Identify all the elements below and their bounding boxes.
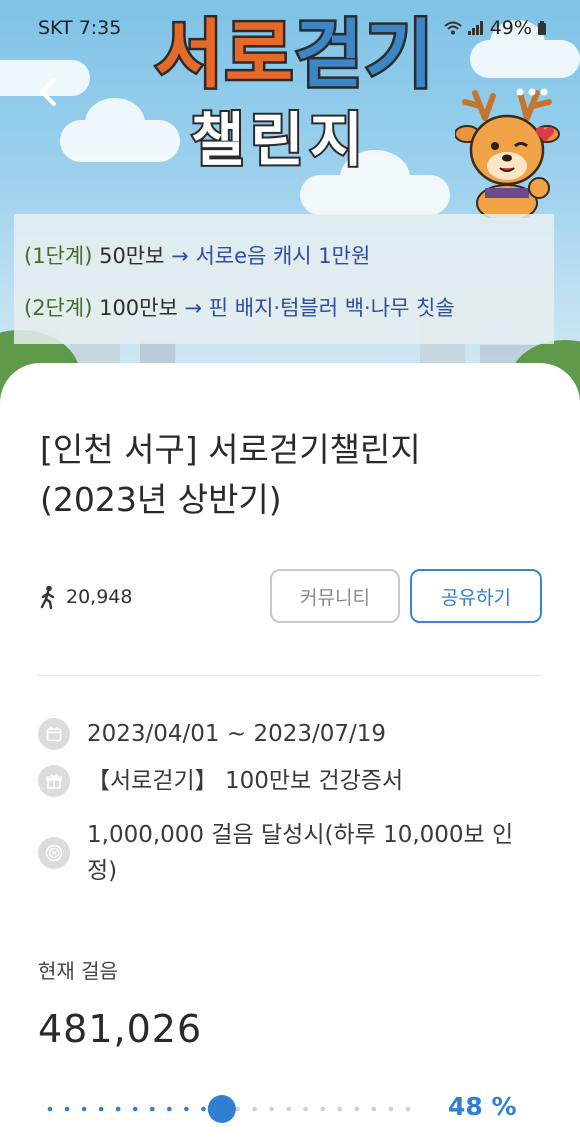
progress-dot [81, 1106, 87, 1112]
step-level: (2단계) [24, 296, 93, 320]
progress-dot [98, 1106, 104, 1112]
progress-dot [320, 1106, 326, 1112]
wifi-icon [443, 21, 462, 35]
calendar-icon [38, 718, 70, 750]
period-row: 2023/04/01 ~ 2023/07/19 [38, 718, 527, 752]
progress-dot [167, 1106, 172, 1112]
goal-row: 1,000,000 걸음 달성시(하루 10,000보 인정) [38, 817, 527, 889]
progress-knob [207, 1095, 236, 1123]
status-bar: SKT 7:35 49% [0, 0, 580, 56]
carrier-time: SKT 7:35 [38, 17, 122, 39]
title-line-2: (2023년 상반기) [40, 480, 282, 519]
more-dots-icon[interactable] [512, 80, 552, 104]
step-goal: 50만보 [99, 244, 165, 268]
progress-dot [337, 1106, 343, 1112]
cloud-decoration [300, 150, 450, 215]
target-icon [38, 837, 70, 869]
participant-count: 20,948 [38, 585, 132, 609]
progress-dot [252, 1106, 257, 1112]
progress-dot [132, 1106, 138, 1112]
reward-row: 【서로걷기】 100만보 건강증서 [38, 765, 527, 799]
progress-dot [303, 1106, 309, 1112]
reward-text: 【서로걷기】 100만보 건강증서 [87, 768, 404, 794]
step-arrow: → [171, 244, 189, 268]
battery-percent: 49% [489, 17, 532, 39]
progress-percent: 48 % [448, 1092, 517, 1121]
progress-dot [388, 1106, 394, 1112]
period-text: 2023/04/01 ~ 2023/07/19 [87, 721, 387, 747]
share-button[interactable]: 공유하기 [410, 569, 542, 623]
current-steps-label: 현재 걸음 [38, 959, 118, 983]
current-steps-value: 481,026 [38, 1007, 203, 1051]
progress-dot [184, 1106, 189, 1112]
progress-track [47, 1095, 411, 1123]
banner-subtitle: 챌린지 [189, 104, 370, 176]
signal-icon [467, 21, 483, 35]
gift-icon [38, 765, 70, 797]
progress-dot [354, 1106, 360, 1112]
back-arrow-icon[interactable] [30, 70, 70, 114]
progress-dot [405, 1106, 411, 1112]
walking-person-icon [40, 585, 55, 609]
participant-number: 20,948 [66, 586, 133, 608]
progress-dot [64, 1106, 70, 1112]
step-level: (1단계) [24, 244, 93, 268]
progress-dot [149, 1106, 155, 1112]
page-title: [인천 서구] 서로걷기챌린지 (2023년 상반기) [40, 425, 540, 525]
goal-text: 1,000,000 걸음 달성시(하루 10,000보 인정) [87, 822, 514, 884]
divider [38, 675, 542, 676]
step-reward: 핀 배지·텀블러 백·나무 칫솔 [208, 296, 455, 320]
challenge-banner: 서로걷기 챌린지 (1단계) 50만보 → 서로e음 캐시 1만원 (2단계) … [0, 0, 580, 420]
status-indicators: 49% [443, 17, 546, 39]
battery-icon [538, 21, 546, 35]
challenge-steps-panel: (1단계) 50만보 → 서로e음 캐시 1만원 (2단계) 100만보 → 핀… [14, 214, 554, 344]
deer-mascot-icon [455, 90, 560, 218]
challenge-step-1: (1단계) 50만보 → 서로e음 캐시 1만원 [24, 240, 370, 270]
challenge-step-2: (2단계) 100만보 → 핀 배지·텀블러 백·나무 칫솔 [24, 292, 455, 322]
progress-dot [115, 1106, 121, 1112]
step-reward: 서로e음 캐시 1만원 [195, 244, 371, 268]
community-button[interactable]: 커뮤니티 [270, 569, 400, 623]
title-line-1: [인천 서구] 서로걷기챌린지 [40, 430, 421, 469]
progress-dot [286, 1106, 291, 1112]
progress-dot [371, 1106, 377, 1112]
step-goal: 100만보 [99, 296, 178, 320]
progress-dot [235, 1106, 240, 1112]
progress-dot [47, 1106, 53, 1112]
step-arrow: → [184, 296, 203, 320]
screen: 서로걷기 챌린지 (1단계) 50만보 → 서로e음 캐시 1만원 (2단계) … [0, 0, 580, 1140]
challenge-detail-sheet: [인천 서구] 서로걷기챌린지 (2023년 상반기) 20,948 커뮤니티 … [0, 363, 580, 1140]
progress-dot [201, 1106, 206, 1112]
progress-dot [269, 1106, 274, 1112]
